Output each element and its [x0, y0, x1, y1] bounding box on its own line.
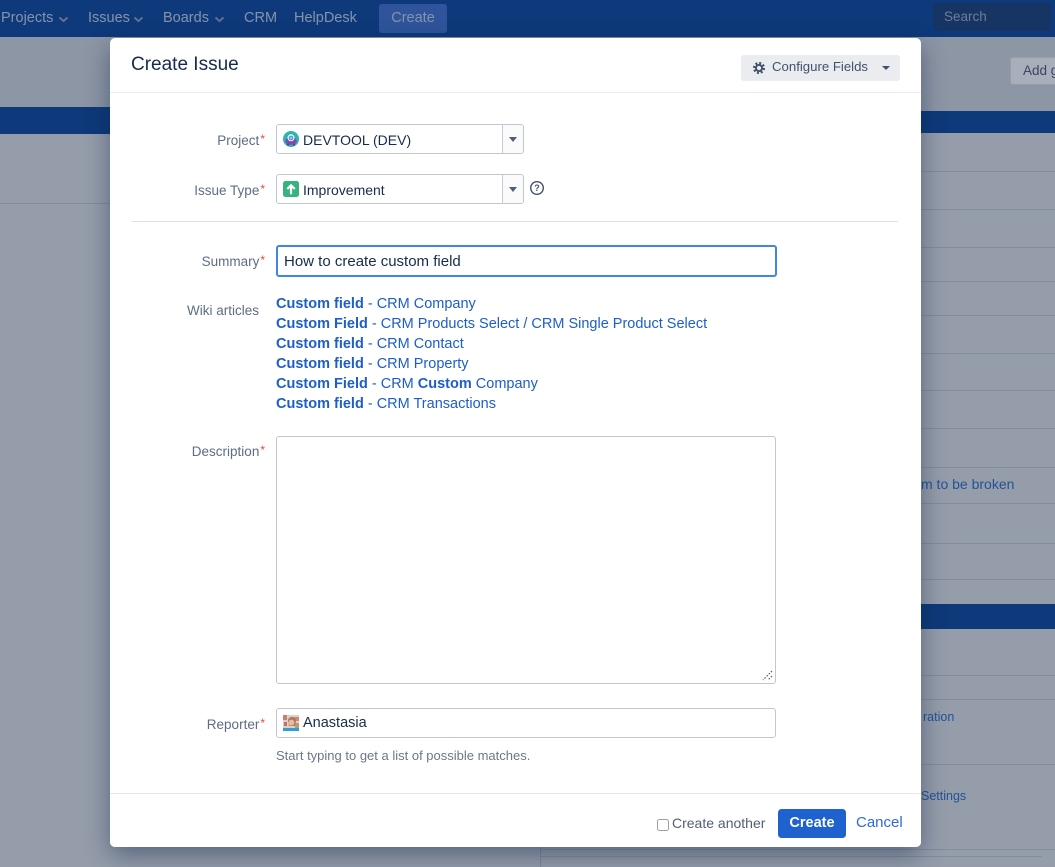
- svg-text:?: ?: [534, 183, 540, 193]
